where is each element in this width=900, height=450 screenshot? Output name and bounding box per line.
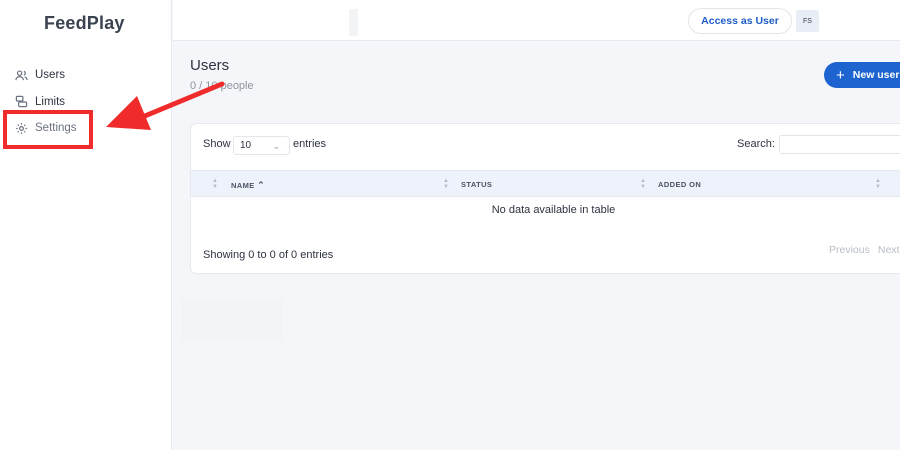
sort-asc-icon: ⌃	[257, 180, 266, 190]
sort-icon[interactable]: ▲ ▼	[443, 178, 449, 190]
search-label: Search:	[737, 138, 775, 150]
column-header-added-on[interactable]: ADDED ON	[658, 180, 701, 189]
entries-label: entries	[293, 138, 327, 150]
users-icon	[15, 70, 28, 80]
topbar-placeholder	[349, 9, 358, 36]
pagination: Previous Next	[829, 244, 900, 256]
sidebar-item-label: Users	[35, 69, 66, 82]
sidebar: FeedPlay Users Limits Settings	[0, 0, 172, 450]
limits-icon	[15, 96, 28, 108]
table-info: Showing 0 to 0 of 0 entries	[203, 249, 334, 261]
table-header: ▲ ▼ NAME ⌃ ▲ ▼ STATUS ▲ ▼ ADDED ON ▲ ▼	[191, 170, 900, 197]
sort-icon[interactable]: ▲ ▼	[640, 178, 646, 190]
page-subtitle: 0 / 10 people	[190, 80, 254, 92]
users-table-card: Show 10 ⌄ entries Search: ▲ ▼ NAME ⌃ ▲ ▼ S…	[190, 123, 900, 274]
settings-highlight-box	[3, 110, 93, 149]
entries-select[interactable]: 10 ⌄	[233, 136, 290, 155]
new-user-label: New user	[852, 69, 900, 81]
next-page-button[interactable]: Next	[878, 244, 900, 256]
search-input[interactable]	[779, 135, 900, 154]
empty-table-message: No data available in table	[491, 204, 616, 216]
access-as-user-button[interactable]: Access as User	[688, 8, 792, 34]
sidebar-item-users[interactable]: Users	[0, 62, 172, 89]
column-header-name[interactable]: NAME ⌃	[231, 180, 265, 191]
sidebar-item-label: Limits	[35, 95, 66, 108]
column-header-status[interactable]: STATUS	[461, 180, 492, 189]
entries-select-value: 10	[240, 140, 252, 151]
column-header-label: NAME	[231, 181, 255, 190]
plus-icon: +	[836, 66, 845, 84]
sort-icon[interactable]: ▲ ▼	[212, 178, 218, 190]
page-title: Users	[190, 57, 230, 74]
previous-page-button[interactable]: Previous	[829, 244, 870, 256]
show-label: Show	[203, 138, 231, 150]
topbar: Access as User FS	[173, 0, 900, 41]
background-panel	[182, 300, 282, 340]
avatar[interactable]: FS	[796, 10, 819, 32]
chevron-down-icon: ⌄	[272, 141, 280, 151]
sort-icon[interactable]: ▲ ▼	[875, 178, 881, 190]
brand-logo: FeedPlay	[44, 13, 125, 33]
new-user-button[interactable]: + New user	[824, 62, 900, 88]
